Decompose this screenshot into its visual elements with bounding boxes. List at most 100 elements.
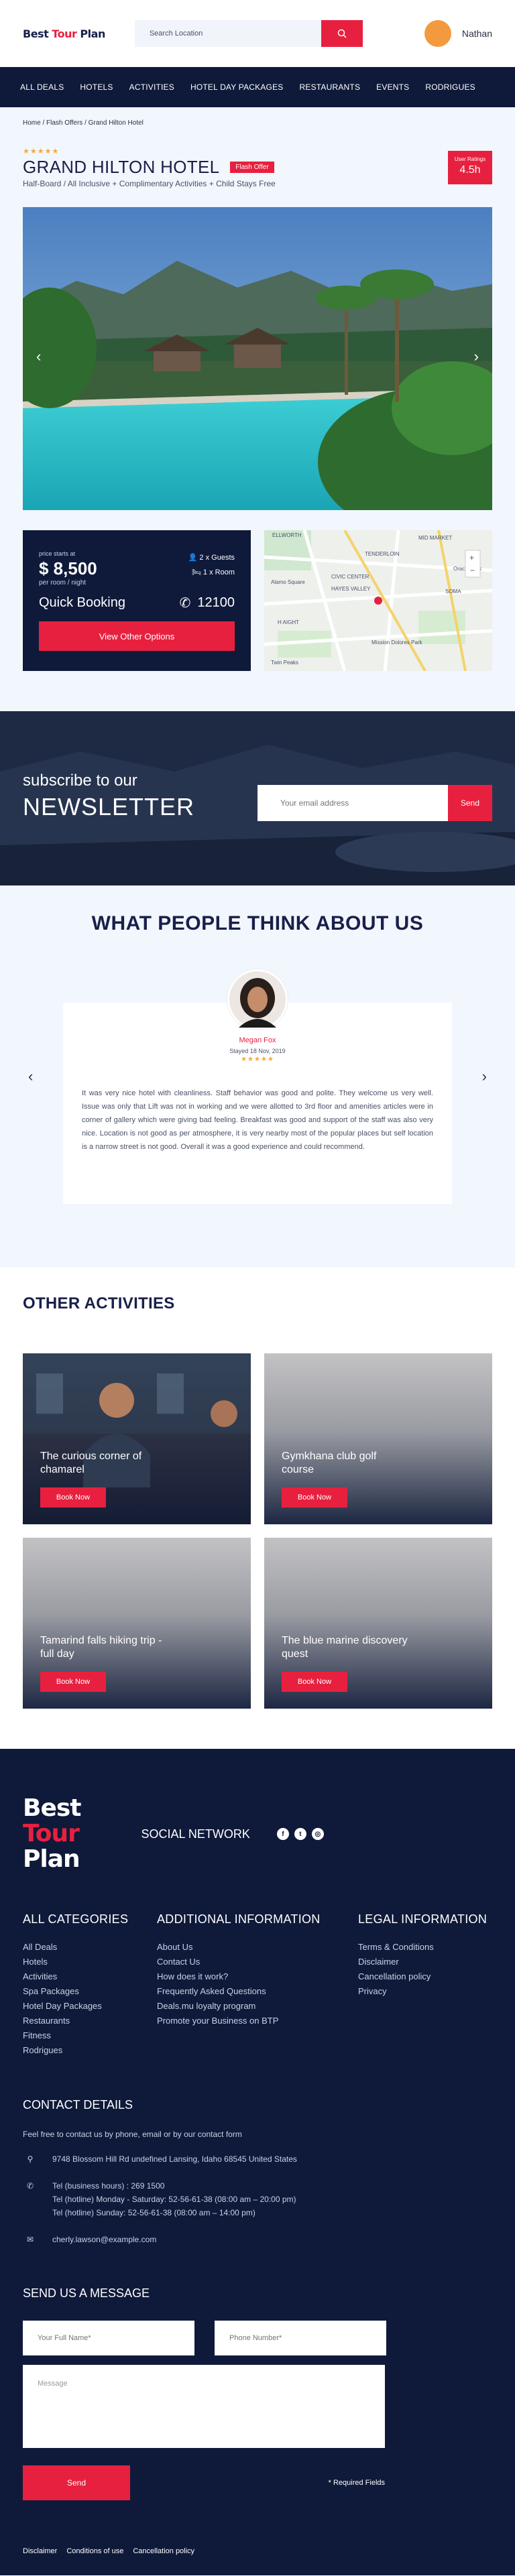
footer-link[interactable]: Rodrigues xyxy=(23,2043,157,2058)
booking-phone[interactable]: 12100 xyxy=(197,595,235,611)
footer-col-legal: LEGAL INFORMATION Terms & Conditions Dis… xyxy=(358,1912,487,2058)
review-stars: ★★★★★ xyxy=(241,1056,274,1063)
footer-link[interactable]: Fitness xyxy=(23,2028,157,2043)
nav-restaurants[interactable]: RESTAURANTS xyxy=(300,82,361,92)
location-map[interactable]: ELLWORTH MID MARKET TENDERLOIN CIVIC CEN… xyxy=(264,530,492,671)
location-pin-icon: ⚲ xyxy=(27,2154,34,2164)
testimonials-title: WHAT PEOPLE THINK ABOUT US xyxy=(91,912,424,934)
map-label: SOMA xyxy=(445,589,461,595)
testimonial-prev-icon[interactable]: ‹ xyxy=(28,1068,33,1085)
logo[interactable]: Best Tour Plan xyxy=(23,27,105,40)
footer-link[interactable]: Activities xyxy=(23,1969,157,1984)
footer: Best Tour Plan SOCIAL NETWORK f t ◎ ALL … xyxy=(0,1749,515,2575)
nav-hotels[interactable]: HOTELS xyxy=(80,82,113,92)
newsletter-form: Send xyxy=(258,785,492,821)
book-now-button[interactable]: Book Now xyxy=(40,1487,106,1508)
bed-icon: 🛏 xyxy=(191,568,203,576)
activity-card[interactable]: Gymkhana club golf course Book Now xyxy=(264,1353,492,1524)
send-message-button[interactable]: Send xyxy=(23,2465,130,2500)
flash-offer-badge: Flash Offer xyxy=(230,162,274,173)
nav-rodrigues[interactable]: RODRIGUES xyxy=(425,82,475,92)
rating-label: User Ratings xyxy=(454,156,486,162)
map-label: CIVIC CENTER xyxy=(331,574,369,580)
booking-card: price starts at $ 8,500 per room / night… xyxy=(23,530,251,671)
svg-text:−: − xyxy=(470,566,475,575)
activity-card[interactable]: The curious corner of chamarel Book Now xyxy=(23,1353,251,1524)
user-menu[interactable]: Nathan xyxy=(424,20,492,47)
hotel-photo-carousel[interactable]: ‹ › xyxy=(23,207,492,510)
view-other-options-button[interactable]: View Other Options xyxy=(39,621,235,651)
user-name[interactable]: Nathan xyxy=(462,28,492,39)
logo-word-plan: Plan xyxy=(76,27,105,40)
nav-events[interactable]: EVENTS xyxy=(376,82,409,92)
newsletter-send-button[interactable]: Send xyxy=(448,785,492,821)
avatar[interactable] xyxy=(424,20,451,47)
reviewer-photo xyxy=(227,969,288,1030)
contact-tel-weekday[interactable]: Tel (hotline) Monday - Saturday: 52-56-6… xyxy=(52,2193,296,2206)
search-button[interactable] xyxy=(321,20,363,47)
contact-tel-business[interactable]: Tel (business hours) : 269 1500 xyxy=(52,2179,296,2193)
footer-link[interactable]: Contact Us xyxy=(157,1955,358,1969)
nav-hotel-day-packages[interactable]: HOTEL DAY PACKAGES xyxy=(190,82,284,92)
guests-count[interactable]: 2 x Guests xyxy=(199,554,235,562)
footer-link[interactable]: About Us xyxy=(157,1940,358,1955)
activity-card[interactable]: Tamarind falls hiking trip - full day Bo… xyxy=(23,1538,251,1709)
mail-icon: ✉ xyxy=(26,2235,34,2244)
search-input[interactable]: Search Location xyxy=(135,29,321,38)
contact-tel-sunday[interactable]: Tel (hotline) Sunday: 52-56-61-38 (08:00… xyxy=(52,2206,296,2219)
activity-card[interactable]: The blue marine discovery quest Book Now xyxy=(264,1538,492,1709)
nav-all-deals[interactable]: ALL DEALS xyxy=(20,82,64,92)
footer-link[interactable]: Hotel Day Packages xyxy=(23,1999,157,2014)
footer-logo[interactable]: Best Tour Plan xyxy=(23,1796,81,1872)
contact-intro: Feel free to contact us by phone, email … xyxy=(23,2130,242,2139)
breadcrumb[interactable]: Home / Flash Offers / Grand Hilton Hotel xyxy=(0,107,515,127)
footer-col-title: LEGAL INFORMATION xyxy=(358,1912,488,1926)
book-now-button[interactable]: Book Now xyxy=(282,1672,347,1692)
bottom-link-cancellation[interactable]: Cancellation policy xyxy=(133,2547,194,2555)
search-icon xyxy=(337,29,347,38)
price-label: price starts at xyxy=(39,550,76,557)
contact-address: 9748 Blossom Hill Rd undefined Lansing, … xyxy=(52,2154,297,2164)
footer-link[interactable]: Privacy xyxy=(358,1984,487,1999)
contact-title: CONTACT DETAILS xyxy=(23,2098,133,2111)
nav-activities[interactable]: ACTIVITIES xyxy=(129,82,174,92)
bottom-link-disclaimer[interactable]: Disclaimer xyxy=(23,2547,57,2555)
footer-link[interactable]: How does it work? xyxy=(157,1969,358,1984)
instagram-icon[interactable]: ◎ xyxy=(311,1828,324,1840)
footer-link[interactable]: Deals.mu loyalty program xyxy=(157,1999,358,2014)
footer-link[interactable]: All Deals xyxy=(23,1940,157,1955)
carousel-prev-icon[interactable]: ‹ xyxy=(36,348,41,365)
footer-logo-word: Plan xyxy=(23,1845,80,1873)
activities-grid: The curious corner of chamarel Book Now … xyxy=(23,1353,492,1709)
twitter-icon[interactable]: t xyxy=(294,1828,306,1840)
activities-title: OTHER ACTIVITIES xyxy=(23,1294,175,1312)
reviewer-name: Megan Fox xyxy=(239,1036,276,1044)
bottom-link-conditions[interactable]: Conditions of use xyxy=(66,2547,123,2555)
footer-link[interactable]: Promote your Business on BTP xyxy=(157,2014,358,2028)
footer-col-categories: ALL CATEGORIES All Deals Hotels Activiti… xyxy=(23,1912,157,2058)
price-value: $ 8,500 xyxy=(39,558,97,578)
footer-link[interactable]: Restaurants xyxy=(23,2014,157,2028)
contact-email[interactable]: cherly.lawson@example.com xyxy=(52,2233,156,2246)
footer-link[interactable]: Cancellation policy xyxy=(358,1969,487,1984)
footer-link[interactable]: Terms & Conditions xyxy=(358,1940,487,1955)
newsletter-email-input[interactable] xyxy=(258,785,448,821)
book-now-button[interactable]: Book Now xyxy=(40,1672,106,1692)
rooms-count[interactable]: 1 x Room xyxy=(203,568,235,576)
full-name-field[interactable] xyxy=(23,2321,194,2355)
price-unit: per room / night xyxy=(39,579,87,587)
newsletter-heading: subscribe to our NEWSLETTER xyxy=(23,772,194,821)
quick-booking-label: Quick Booking xyxy=(39,595,125,610)
book-now-button[interactable]: Book Now xyxy=(282,1487,347,1508)
phone-number-field[interactable] xyxy=(215,2321,386,2355)
carousel-next-icon[interactable]: › xyxy=(474,348,479,365)
facebook-icon[interactable]: f xyxy=(276,1828,289,1840)
footer-columns: ALL CATEGORIES All Deals Hotels Activiti… xyxy=(23,1912,492,2058)
footer-link[interactable]: Disclaimer xyxy=(358,1955,487,1969)
footer-link[interactable]: Hotels xyxy=(23,1955,157,1969)
message-textarea[interactable]: Message xyxy=(23,2365,385,2448)
footer-link[interactable]: Frequently Asked Questions xyxy=(157,1984,358,1999)
testimonial-next-icon[interactable]: › xyxy=(482,1068,487,1085)
footer-link[interactable]: Spa Packages xyxy=(23,1984,157,1999)
search-bar: Search Location xyxy=(134,20,363,47)
